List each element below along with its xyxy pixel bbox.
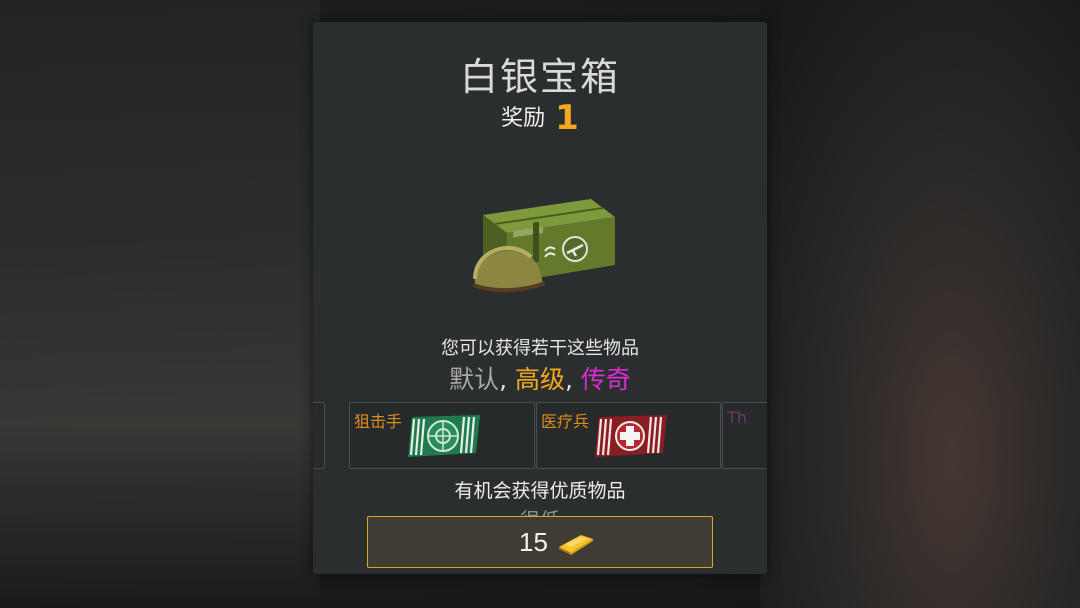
item-label-sniper: 狙击手 <box>354 412 403 431</box>
chest-image <box>473 199 615 293</box>
price-label: 15 <box>519 527 548 557</box>
reward-count: 1 <box>555 98 579 138</box>
chest-title: 白银宝箱 <box>459 55 620 99</box>
gold-bar-icon <box>559 535 593 555</box>
rarity-advanced: 高级 <box>514 365 565 394</box>
item-card-sniper[interactable]: 狙击手 <box>349 402 535 469</box>
medic-badge-icon <box>595 415 667 457</box>
reward-label: 奖励 <box>501 106 546 131</box>
item-label-partial: Th <box>727 408 747 427</box>
item-label-medic: 医疗兵 <box>541 412 590 431</box>
purchase-button[interactable]: 15 <box>367 516 713 568</box>
item-carousel[interactable]: 狙击手 医疗兵 Th <box>313 402 767 469</box>
background-right <box>760 0 1080 608</box>
rarity-default: 默认 <box>449 365 500 394</box>
sniper-badge-icon <box>408 415 480 457</box>
reward-row: 奖励 1 <box>313 98 767 138</box>
rarity-legendary: 传奇 <box>580 365 631 394</box>
item-card-partial-right[interactable]: Th <box>722 402 767 469</box>
item-card-partial-left[interactable] <box>313 402 325 469</box>
item-pool-description: 您可以获得若干这些物品 <box>441 338 639 359</box>
item-card-medic[interactable]: 医疗兵 <box>536 402 721 469</box>
chest-panel: 白银宝箱 奖励 1 您可以获得若干这些物品 默认, 高级, 传奇 狙击手 医疗兵… <box>313 22 767 574</box>
rarity-list: 默认, 高级, 传奇 <box>449 365 631 394</box>
quality-odds-label: 有机会获得优质物品 <box>454 480 626 502</box>
background-left <box>0 0 320 608</box>
